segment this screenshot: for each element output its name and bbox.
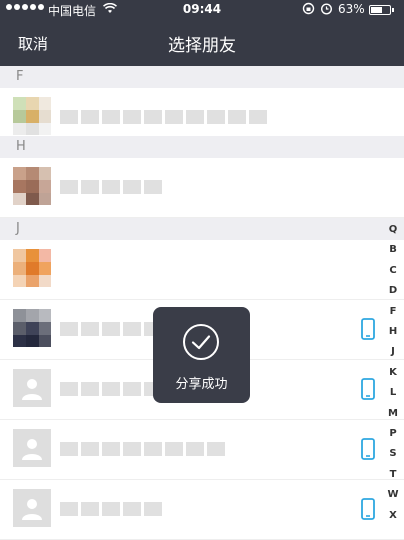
default-avatar-icon — [13, 489, 51, 527]
section-header-f: F — [0, 66, 404, 88]
battery-icon — [369, 5, 394, 15]
default-avatar-icon — [13, 369, 51, 407]
mobile-phone-icon[interactable] — [361, 378, 375, 404]
default-avatar-icon — [13, 429, 51, 467]
index-letter[interactable]: W — [383, 489, 403, 500]
section-letter: F — [16, 69, 24, 84]
battery-percent: 63% — [338, 2, 365, 16]
index-letter[interactable]: T — [383, 469, 403, 480]
mobile-phone-icon[interactable] — [361, 318, 375, 344]
list-item[interactable] — [0, 240, 404, 300]
blurred-name — [60, 382, 162, 396]
index-letter[interactable]: P — [383, 428, 403, 439]
rotation-lock-icon — [302, 2, 315, 18]
toast-text: 分享成功 — [175, 377, 228, 392]
avatar — [13, 167, 51, 205]
index-letter[interactable]: J — [383, 346, 403, 357]
alarm-icon — [320, 2, 333, 18]
index-letter[interactable]: S — [383, 448, 403, 459]
friend-list[interactable]: F H J — [0, 66, 404, 540]
index-search-icon[interactable]: Q — [383, 224, 403, 235]
index-letter[interactable]: L — [383, 387, 403, 398]
avatar — [13, 97, 51, 135]
index-letter[interactable]: K — [383, 367, 403, 378]
section-letter: H — [16, 139, 26, 154]
index-letter[interactable]: D — [383, 285, 403, 296]
section-header-j: J — [0, 218, 404, 240]
index-letter[interactable]: B — [383, 244, 403, 255]
mobile-phone-icon[interactable] — [361, 438, 375, 464]
list-item[interactable] — [0, 480, 404, 540]
blurred-name — [60, 180, 162, 194]
avatar — [13, 249, 51, 287]
list-item[interactable] — [0, 420, 404, 480]
index-letter[interactable]: H — [383, 326, 403, 337]
index-letter[interactable]: X — [383, 510, 403, 521]
blurred-name — [60, 502, 162, 516]
blurred-name — [60, 322, 162, 336]
nav-bar: 取消 选择朋友 — [0, 20, 404, 66]
checkmark-circle-icon — [182, 323, 220, 365]
avatar — [13, 309, 51, 347]
blurred-name — [60, 110, 267, 124]
index-letter[interactable]: M — [383, 408, 403, 419]
section-header-h: H — [0, 136, 404, 158]
alphabet-index-bar[interactable]: QBCDFHJKLMPSTWX — [383, 224, 403, 530]
status-bar: 中国电信 09:44 63% — [0, 0, 404, 20]
page-title: 选择朋友 — [168, 36, 236, 56]
list-item[interactable] — [0, 158, 404, 218]
section-letter: J — [16, 221, 20, 236]
index-letter[interactable]: C — [383, 265, 403, 276]
blurred-name — [60, 442, 225, 456]
index-letter[interactable]: F — [383, 306, 403, 317]
mobile-phone-icon[interactable] — [361, 498, 375, 524]
share-success-toast: 分享成功 — [153, 307, 250, 403]
